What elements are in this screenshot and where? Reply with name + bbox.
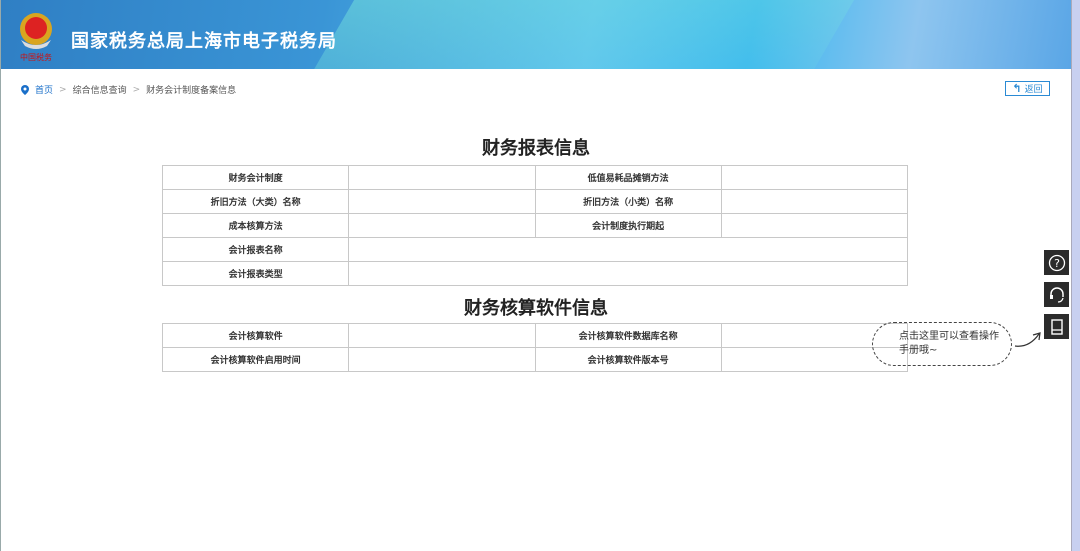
section-title-financial-report: 财务报表信息	[482, 138, 590, 159]
value	[348, 237, 908, 262]
label: 会计报表名称	[161, 237, 350, 262]
site-title: 国家税务总局上海市电子税务局	[71, 31, 337, 52]
label: 折旧方法（小类）名称	[534, 189, 722, 214]
section-title-accounting-software: 财务核算软件信息	[464, 298, 608, 319]
value	[348, 213, 536, 238]
financial-report-table: 财务会计制度 低值易耗品摊销方法 折旧方法（大类）名称 折旧方法（小类）名称 成本核…	[161, 165, 909, 286]
back-label: 返回	[1024, 85, 1043, 95]
header-banner: 中国税务 国家税务总局上海市电子税务局	[1, 0, 1071, 69]
headset-icon	[1049, 286, 1064, 303]
label: 财务会计制度	[161, 165, 350, 190]
label: 会计制度执行期起	[534, 213, 722, 238]
label: 成本核算方法	[161, 213, 350, 238]
value	[348, 165, 536, 190]
location-pin-icon	[21, 84, 29, 95]
tip-arrow-icon	[1014, 332, 1041, 347]
label: 折旧方法（大类）名称	[161, 189, 350, 214]
breadcrumb-query[interactable]: 综合信息查询	[73, 83, 127, 96]
label: 低值易耗品摊销方法	[534, 165, 722, 190]
value	[348, 261, 908, 286]
value	[348, 323, 536, 348]
label: 会计报表类型	[161, 261, 350, 286]
table-row: 财务会计制度 低值易耗品摊销方法	[161, 165, 909, 190]
help-button[interactable]: ?	[1044, 250, 1069, 275]
breadcrumb-home[interactable]: 首页	[35, 83, 53, 96]
value	[720, 189, 909, 214]
manual-tip-bubble: 点击这里可以查看操作手册哦~	[872, 322, 1012, 366]
table-row: 会计报表类型	[161, 261, 908, 286]
value	[720, 213, 909, 238]
label: 会计核算软件数据库名称	[534, 323, 722, 348]
breadcrumb: 首页 > 综合信息查询 > 财务会计制度备案信息	[21, 83, 236, 96]
table-row: 成本核算方法 会计制度执行期起	[161, 213, 909, 238]
value	[348, 189, 536, 214]
value	[348, 347, 536, 372]
book-icon	[1050, 318, 1063, 335]
question-icon: ?	[1048, 254, 1065, 271]
breadcrumb-current: 财务会计制度备案信息	[146, 86, 237, 96]
customer-service-button[interactable]	[1044, 282, 1069, 307]
label: 会计核算软件	[161, 323, 350, 348]
tax-emblem-logo: 中国税务	[20, 13, 52, 62]
table-row: 会计报表名称	[161, 237, 908, 262]
scrollbar[interactable]	[1071, 0, 1080, 551]
table-row: 会计核算软件启用时间 会计核算软件版本号	[161, 347, 909, 372]
table-row: 会计核算软件 会计核算软件数据库名称	[161, 323, 909, 348]
accounting-software-table: 会计核算软件 会计核算软件数据库名称 会计核算软件启用时间 会计核算软件版本号	[161, 323, 909, 372]
label: 会计核算软件启用时间	[161, 347, 350, 372]
manual-button[interactable]	[1044, 314, 1069, 339]
return-arrow-icon: ↰	[1012, 82, 1022, 95]
svg-text:?: ?	[1054, 257, 1060, 270]
label: 会计核算软件版本号	[534, 347, 722, 372]
tip-text: 点击这里可以查看操作手册哦~	[899, 331, 999, 356]
value	[720, 165, 909, 190]
table-row: 折旧方法（大类）名称 折旧方法（小类）名称	[161, 189, 909, 214]
svg-text:中国税务: 中国税务	[20, 52, 52, 62]
back-button[interactable]: ↰ 返回	[1005, 81, 1050, 96]
